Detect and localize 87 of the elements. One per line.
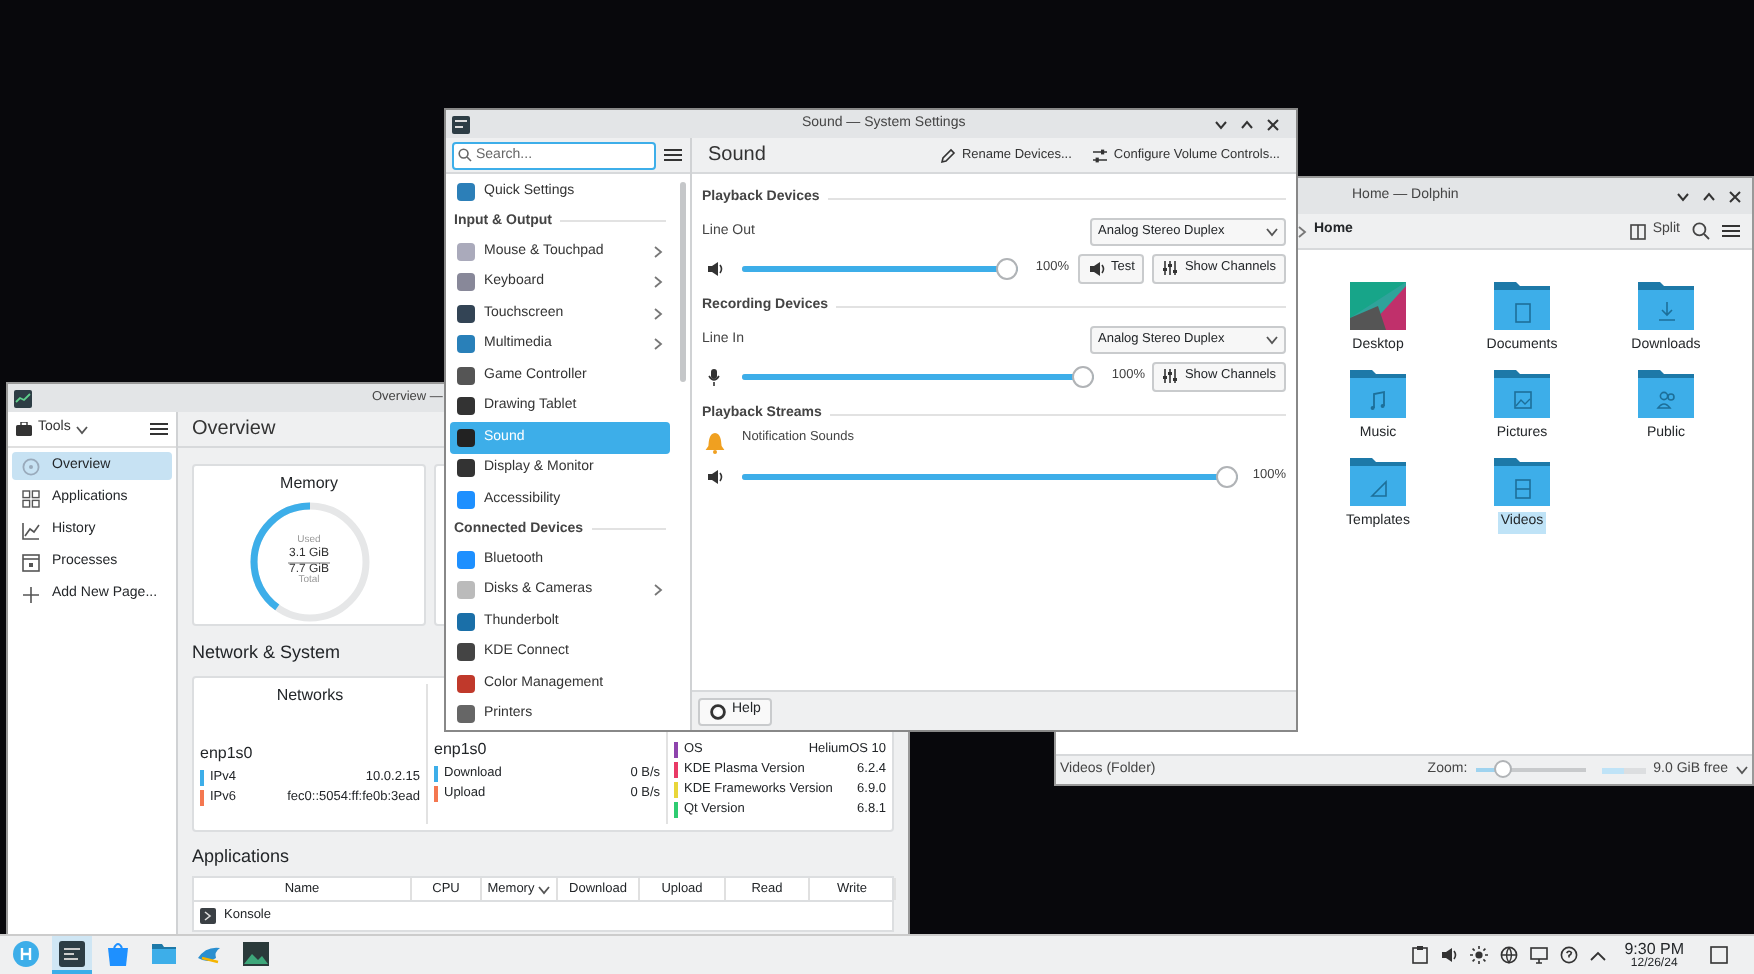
category-icon xyxy=(456,181,476,202)
search-icon[interactable] xyxy=(1692,222,1710,240)
bell-icon xyxy=(704,432,726,454)
launcher-icon xyxy=(12,939,40,967)
display-icon[interactable] xyxy=(1530,946,1549,964)
category-icon xyxy=(456,458,476,479)
toolbox-icon xyxy=(16,422,32,436)
show-desktop-icon[interactable] xyxy=(1710,946,1728,964)
category-icon xyxy=(456,396,476,417)
gauge-icon xyxy=(22,457,40,475)
category-icon xyxy=(456,272,476,293)
sliders-icon xyxy=(1162,260,1179,276)
brightness-icon[interactable] xyxy=(1470,946,1489,964)
page-title: Sound xyxy=(708,142,766,170)
page-title: Overview xyxy=(192,416,276,444)
interface-name: enp1s0 xyxy=(200,741,255,765)
category-icon xyxy=(456,642,476,663)
category-icon xyxy=(456,303,476,324)
close-icon[interactable] xyxy=(1266,117,1280,131)
window-icon xyxy=(22,553,40,571)
taskbar-button[interactable] xyxy=(52,936,92,974)
help-icon[interactable] xyxy=(1560,946,1579,964)
chevron-icon xyxy=(1736,764,1748,776)
category-icon xyxy=(456,580,476,601)
folder-icon xyxy=(150,939,178,967)
plus-icon xyxy=(22,585,40,603)
lifebuoy-icon xyxy=(710,703,726,719)
maximize-icon[interactable] xyxy=(1240,117,1254,131)
minimize-icon[interactable] xyxy=(1676,189,1690,203)
card-title: Memory xyxy=(280,472,338,496)
interface-name: enp1s0 xyxy=(434,737,489,761)
image-viewer-icon xyxy=(242,939,270,967)
folder-icon xyxy=(1350,458,1406,506)
expand-tray-icon[interactable] xyxy=(1590,949,1607,961)
close-icon[interactable] xyxy=(1728,189,1742,203)
speaker-icon[interactable] xyxy=(1440,946,1459,964)
category-icon xyxy=(456,549,476,570)
sliders-icon xyxy=(1091,147,1108,163)
grid-icon xyxy=(22,489,40,507)
shopping-bag-icon xyxy=(104,939,132,967)
speaker-icon xyxy=(706,259,724,277)
minimize-icon[interactable] xyxy=(1214,117,1228,131)
network-icon[interactable] xyxy=(1500,946,1519,964)
search-icon xyxy=(458,148,472,162)
menu-icon[interactable] xyxy=(1722,224,1740,238)
clipboard-icon[interactable] xyxy=(1412,946,1429,964)
folder-icon xyxy=(1494,282,1550,330)
category-icon xyxy=(456,427,476,448)
maximize-icon[interactable] xyxy=(1702,189,1716,203)
category-icon xyxy=(456,704,476,725)
card-title: Networks xyxy=(274,683,346,707)
section-title: Applications xyxy=(192,843,290,870)
split-view-icon xyxy=(1630,223,1647,239)
folder-icon xyxy=(1494,370,1550,418)
sliders-icon xyxy=(1162,368,1179,384)
microphone-icon xyxy=(706,367,724,385)
pencil-icon xyxy=(939,147,956,163)
folder-icon xyxy=(1638,282,1694,330)
volume-slider[interactable] xyxy=(742,465,1239,487)
section-title: Network & System xyxy=(192,640,341,666)
folder-icon xyxy=(1494,458,1550,506)
terminal-icon xyxy=(200,908,216,924)
menu-icon[interactable] xyxy=(150,422,168,436)
chevron-icon xyxy=(1296,225,1308,237)
volume-slider[interactable] xyxy=(742,257,1018,279)
app-icon xyxy=(14,389,32,407)
folder-icon xyxy=(1350,370,1406,418)
speaker-icon xyxy=(1087,259,1106,277)
chart-icon xyxy=(22,521,40,539)
category-icon xyxy=(456,673,476,694)
category-icon xyxy=(456,611,476,632)
speaker-icon xyxy=(706,467,724,485)
chevron-icon xyxy=(1266,226,1278,238)
chevron-icon xyxy=(76,423,89,435)
system-monitor-icon xyxy=(58,939,86,967)
category-icon xyxy=(456,489,476,510)
folder-icon xyxy=(1638,370,1694,418)
image-thumbnail-icon xyxy=(1350,282,1406,330)
chevron-icon xyxy=(1266,334,1278,346)
volume-slider[interactable] xyxy=(742,365,1094,387)
menu-icon[interactable] xyxy=(664,148,682,162)
disk-space-bar xyxy=(1601,767,1646,773)
scrollbar-thumb[interactable] xyxy=(680,182,686,382)
app-icon xyxy=(452,115,470,133)
category-icon xyxy=(456,365,476,386)
category-icon xyxy=(456,334,476,355)
category-icon xyxy=(456,241,476,262)
